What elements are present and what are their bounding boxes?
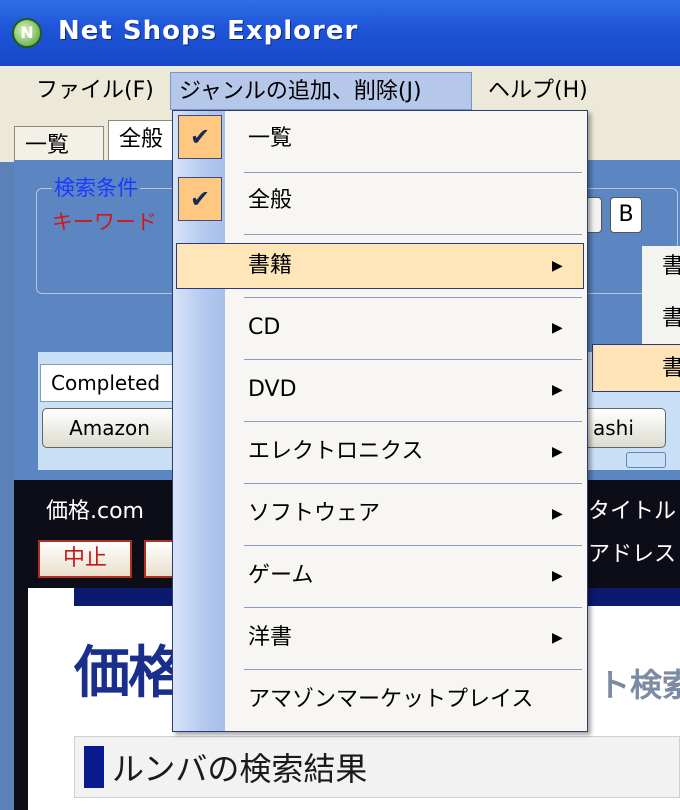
app-logo-icon: N bbox=[12, 18, 42, 48]
menu-separator bbox=[244, 669, 582, 670]
menu-separator bbox=[244, 483, 582, 484]
menu-item[interactable]: ゲーム bbox=[248, 556, 313, 596]
window-title: Net Shops Explorer bbox=[58, 16, 359, 46]
mini-scroll-button[interactable] bbox=[626, 452, 666, 468]
result-heading: ルンバの検索結果 bbox=[112, 750, 368, 788]
heading-marker bbox=[84, 746, 104, 788]
menu-separator bbox=[244, 607, 582, 608]
submenu-arrow-icon: ▶ bbox=[552, 320, 563, 336]
submenu-item[interactable]: 書 bbox=[662, 352, 680, 386]
tab-list[interactable]: 一覧 bbox=[14, 126, 104, 164]
menu-item[interactable]: 一覧 bbox=[248, 119, 292, 159]
submenu-item[interactable]: 書 bbox=[662, 302, 680, 336]
menu-item[interactable]: DVD bbox=[248, 370, 297, 410]
completed-field[interactable]: Completed bbox=[40, 364, 175, 402]
menu-item[interactable]: 全般 bbox=[248, 181, 292, 221]
menu-item[interactable]: エレクトロニクス bbox=[248, 432, 423, 472]
site-logo: 価格 bbox=[74, 641, 184, 706]
menu-item[interactable]: 書籍 bbox=[248, 246, 292, 286]
menu-separator bbox=[244, 421, 582, 422]
stop-button[interactable]: 中止 bbox=[38, 540, 132, 578]
submenu-arrow-icon: ▶ bbox=[552, 258, 563, 274]
shop-button-ashi[interactable]: ashi bbox=[580, 408, 666, 448]
search-hint-text: ト検索 bbox=[598, 666, 680, 704]
keyword-label: キーワード bbox=[52, 210, 157, 234]
menu-separator bbox=[244, 359, 582, 360]
submenu-arrow-icon: ▶ bbox=[552, 382, 563, 398]
submenu-arrow-icon: ▶ bbox=[552, 568, 563, 584]
menu-separator bbox=[244, 545, 582, 546]
menu-genre[interactable]: ジャンルの追加、削除(J) bbox=[170, 72, 472, 110]
bold-button[interactable]: B bbox=[610, 197, 642, 233]
checkmark-icon: ✔ bbox=[178, 115, 222, 159]
kakaku-label: 価格.com bbox=[46, 499, 144, 524]
menu-item[interactable]: ソフトウェア bbox=[248, 494, 380, 534]
menu-separator bbox=[244, 297, 582, 298]
submenu-arrow-icon: ▶ bbox=[552, 506, 563, 522]
submenu-arrow-icon: ▶ bbox=[552, 444, 563, 460]
menu-item[interactable]: アマゾンマーケットプレイス bbox=[248, 680, 533, 720]
amazon-button[interactable]: Amazon bbox=[42, 408, 177, 448]
menu-help[interactable]: ヘルプ(H) bbox=[480, 72, 596, 110]
search-conditions-legend: 検索条件 bbox=[52, 172, 140, 202]
menu-highlight bbox=[176, 243, 584, 289]
title-column-label: タイトル bbox=[588, 499, 677, 524]
address-column-label: アドレス bbox=[588, 542, 677, 567]
tab-general[interactable]: 全般 bbox=[108, 120, 178, 164]
submenu-arrow-icon: ▶ bbox=[552, 630, 563, 646]
menu-file[interactable]: ファイル(F) bbox=[28, 72, 162, 110]
menu-item[interactable]: CD bbox=[248, 308, 280, 348]
checkmark-icon: ✔ bbox=[178, 177, 222, 221]
menu-separator bbox=[244, 172, 582, 173]
menu-separator bbox=[244, 234, 582, 235]
menu-item[interactable]: 洋書 bbox=[248, 618, 292, 658]
submenu-item[interactable]: 書 bbox=[662, 250, 680, 284]
